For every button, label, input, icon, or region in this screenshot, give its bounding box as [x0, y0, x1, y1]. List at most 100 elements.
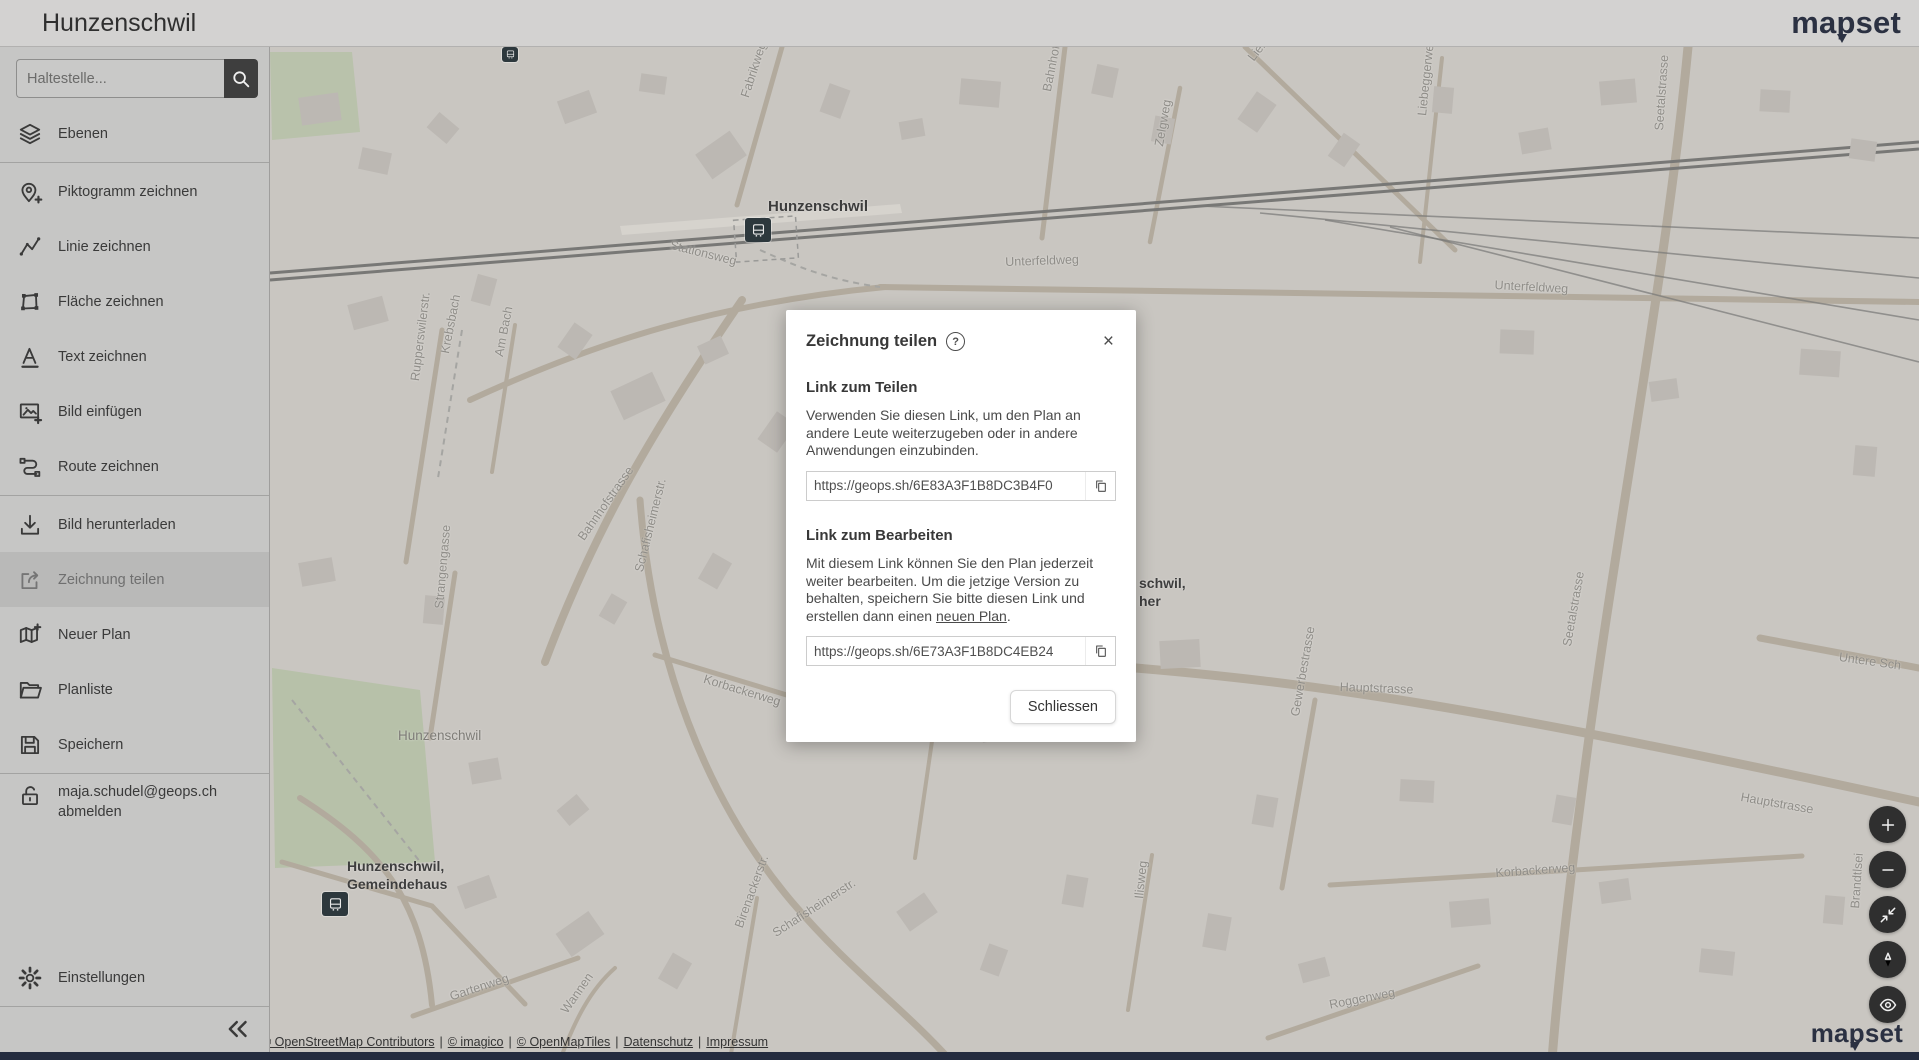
sidebar-bottom: Einstellungen — [0, 950, 269, 1052]
sidebar-item-account-logout[interactable]: maja.schudel@geops.chabmelden — [0, 775, 269, 845]
zoom-in-button[interactable] — [1869, 806, 1906, 843]
plus-icon — [1878, 815, 1898, 835]
polyline-icon — [17, 234, 43, 260]
sidebar-item-label: Bild herunterladen — [58, 517, 176, 533]
sidebar-item-label: Ebenen — [58, 126, 108, 142]
sidebar-item-einstellungen[interactable]: Einstellungen — [0, 950, 269, 1005]
sidebar-item-label: Fläche zeichnen — [58, 294, 164, 310]
lock-open-icon — [17, 783, 43, 809]
separator: | — [615, 1035, 618, 1049]
bottom-brand-bar — [0, 1052, 1919, 1060]
sidebar-item-label: Speichern — [58, 737, 123, 753]
fit-extent-button[interactable] — [1869, 896, 1906, 933]
folder-icon — [17, 677, 43, 703]
sidebar-item-label: Bild einfügen — [58, 404, 142, 420]
sidebar-item-label: Neuer Plan — [58, 627, 131, 643]
sidebar-collapse-button[interactable] — [221, 1012, 255, 1049]
download-icon — [17, 512, 43, 538]
text-icon — [17, 344, 43, 370]
collapse-row — [0, 1008, 269, 1052]
divider — [0, 1006, 269, 1007]
transit-stop-icon-small[interactable] — [502, 47, 518, 62]
sidebar-item-bild-herunterladen[interactable]: Bild herunterladen — [0, 497, 269, 552]
share-dialog: Zeichnung teilen ? × Link zum Teilen Ver… — [786, 310, 1136, 742]
divider — [0, 773, 269, 774]
sidebar-menu: Ebenen Piktogramm zeichnen Linie zeichnen F… — [0, 106, 269, 845]
schliessen-button[interactable]: Schliessen — [1010, 690, 1116, 724]
separator: | — [509, 1035, 512, 1049]
dialog-footer: Schliessen — [806, 690, 1116, 724]
sidebar-item-label: Zeichnung teilen — [58, 572, 164, 588]
layers-icon — [17, 121, 43, 147]
sidebar-item-label: Text zeichnen — [58, 349, 147, 365]
attribution-bar: © OpenStreetMap Contributors | © imagico | ©… — [262, 1035, 768, 1049]
sidebar-item-ebenen[interactable]: Ebenen — [0, 106, 269, 161]
attribution-link-imagico[interactable]: © imagico — [448, 1035, 504, 1049]
chevrons-left-icon — [223, 1014, 253, 1044]
search-icon — [230, 68, 252, 90]
compass-icon — [1878, 950, 1898, 970]
close-icon[interactable]: × — [1101, 330, 1116, 353]
copy-edit-url-button[interactable] — [1085, 637, 1115, 665]
edit-link-description: Mit diesem Link können Sie den Plan jede… — [806, 555, 1108, 626]
search-input[interactable] — [16, 59, 224, 98]
sidebar-item-bild-einfügen[interactable]: Bild einfügen — [0, 384, 269, 439]
sidebar-item-text-zeichnen[interactable]: Text zeichnen — [0, 329, 269, 384]
compress-icon — [1878, 905, 1898, 925]
attribution-link-openmaptiles[interactable]: © OpenMapTiles — [517, 1035, 611, 1049]
sidebar-item-linie-zeichnen[interactable]: Linie zeichnen — [0, 219, 269, 274]
sidebar-item-planliste[interactable]: Planliste — [0, 662, 269, 717]
edit-url-input[interactable] — [807, 637, 1085, 665]
gear-icon — [17, 965, 43, 991]
image-plus-icon — [17, 399, 43, 425]
separator: | — [440, 1035, 443, 1049]
sidebar-item-label: Piktogramm zeichnen — [58, 184, 197, 200]
attribution-link-impressum[interactable]: Impressum — [706, 1035, 768, 1049]
map-plus-icon — [17, 622, 43, 648]
copy-icon — [1093, 643, 1109, 659]
map-controls — [1869, 806, 1906, 1023]
pin-plus-icon — [17, 179, 43, 205]
dialog-title: Zeichnung teilen — [806, 332, 937, 351]
sidebar-item-label: Linie zeichnen — [58, 239, 151, 255]
new-plan-link[interactable]: neuen Plan — [936, 608, 1007, 624]
sidebar-item-label: Route zeichnen — [58, 459, 159, 475]
sidebar-item-label: Planliste — [58, 682, 113, 698]
eye-icon — [1878, 995, 1898, 1015]
sidebar: Ebenen Piktogramm zeichnen Linie zeichnen F… — [0, 47, 270, 1052]
sidebar-item-label: Einstellungen — [58, 970, 145, 986]
sidebar-item-fläche-zeichnen[interactable]: Fläche zeichnen — [0, 274, 269, 329]
edit-link-heading: Link zum Bearbeiten — [806, 527, 1116, 544]
sidebar-item-speichern[interactable]: Speichern — [0, 717, 269, 772]
save-icon — [17, 732, 43, 758]
header-bar: Hunzenschwil mapset — [0, 0, 1919, 47]
divider — [0, 162, 269, 163]
sidebar-item-zeichnung-teilen[interactable]: Zeichnung teilen — [0, 552, 269, 607]
attribution-link-datenschutz[interactable]: Datenschutz — [624, 1035, 693, 1049]
sidebar-item-route-zeichnen[interactable]: Route zeichnen — [0, 439, 269, 494]
route-icon — [17, 454, 43, 480]
page-title: Hunzenschwil — [42, 9, 196, 38]
stop-search — [16, 59, 253, 98]
edit-link-field — [806, 636, 1116, 666]
bus-stop-icon[interactable] — [322, 892, 348, 916]
separator: | — [698, 1035, 701, 1049]
minus-icon — [1878, 860, 1898, 880]
copy-share-url-button[interactable] — [1085, 472, 1115, 500]
zoom-out-button[interactable] — [1869, 851, 1906, 888]
train-station-icon[interactable] — [745, 218, 771, 242]
sidebar-item-piktogramm-zeichnen[interactable]: Piktogramm zeichnen — [0, 164, 269, 219]
share-link-description: Verwenden Sie diesen Link, um den Plan a… — [806, 407, 1108, 460]
help-icon[interactable]: ? — [946, 332, 965, 351]
mapset-logo-map: mapset — [1811, 1020, 1903, 1046]
share-link-field — [806, 471, 1116, 501]
search-button[interactable] — [224, 59, 258, 98]
share-url-input[interactable] — [807, 472, 1085, 500]
attribution-link-openstreetmap-contributors[interactable]: © OpenStreetMap Contributors — [262, 1035, 435, 1049]
divider — [0, 495, 269, 496]
share-icon — [17, 567, 43, 593]
north-compass-button[interactable] — [1869, 941, 1906, 978]
dialog-header: Zeichnung teilen ? × — [806, 330, 1116, 353]
copy-icon — [1093, 478, 1109, 494]
sidebar-item-neuer-plan[interactable]: Neuer Plan — [0, 607, 269, 662]
